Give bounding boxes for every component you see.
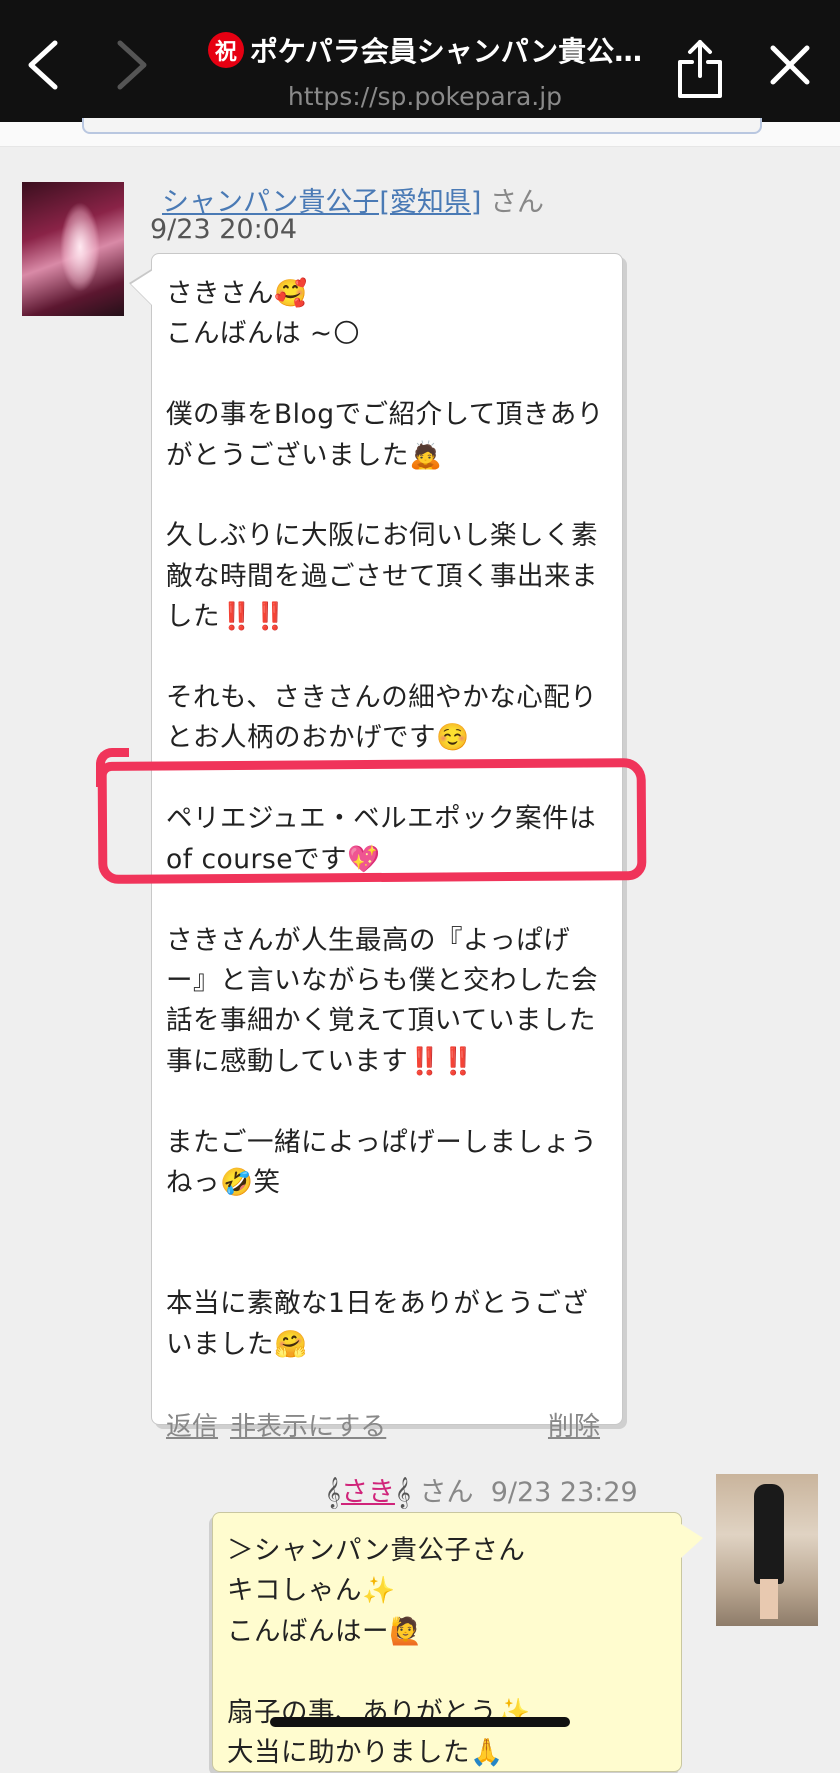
message-body: さきさん🥰 こんばんは ~🌕 僕の事をBlogでご紹介して頂きありがとうございま… (166, 278, 604, 1360)
home-indicator[interactable] (270, 1717, 570, 1727)
avatar-figure (754, 1484, 784, 1584)
reply-sender-honorific: さん (419, 1477, 474, 1508)
delete-link[interactable]: 削除 (548, 1406, 600, 1443)
bubble-tail (131, 270, 153, 306)
reply-sender-name-link[interactable]: さき (341, 1477, 395, 1508)
close-button[interactable] (755, 30, 825, 100)
share-icon (678, 40, 722, 98)
sender-avatar[interactable] (22, 182, 124, 316)
back-button[interactable] (8, 30, 78, 100)
message-bubble: さきさん🥰 こんばんは ~🌕 僕の事をBlogでご紹介して頂きありがとうございま… (151, 253, 623, 1442)
address-area[interactable]: 祝 ポケパラ会員シャンパン貴公… https://sp.pokepara.jp (190, 30, 660, 111)
reply-timestamp: 9/23 23:29 (490, 1477, 638, 1508)
message-timestamp: 9/23 20:04 (150, 214, 298, 245)
chevron-right-icon (117, 40, 147, 90)
browser-toolbar: 祝 ポケパラ会員シャンパン貴公… https://sp.pokepara.jp (0, 0, 840, 122)
avatar-highlight (60, 202, 100, 292)
share-button[interactable] (665, 34, 735, 104)
forward-button[interactable] (97, 30, 167, 100)
reply-avatar[interactable] (716, 1474, 818, 1626)
page-url: https://sp.pokepara.jp (287, 82, 563, 111)
avatar-figure-legs (760, 1579, 778, 1619)
reply-bubble: ＞シャンパン貴公子さん キコしゃん✨ こんばんはー🙋 扇子の事、ありがとう✨ 大… (212, 1512, 682, 1772)
highlight-stroke-start (96, 748, 129, 787)
close-icon (770, 45, 810, 85)
clef-icon: 𝄞 (325, 1477, 341, 1508)
sender-honorific: さん (490, 187, 545, 218)
celebration-badge-icon: 祝 (207, 32, 244, 68)
reply-sender: 𝄞さき𝄞 さん 9/23 23:29 (325, 1470, 638, 1509)
chevron-left-icon (28, 40, 58, 90)
page-title-text: ポケパラ会員シャンパン貴公… (249, 35, 643, 68)
page-header-strip (0, 118, 840, 147)
clef-icon-2: 𝄞 (394, 1477, 411, 1508)
reply-bubble-tail (681, 1524, 703, 1558)
page-title: 祝 ポケパラ会員シャンパン貴公… (190, 30, 660, 70)
hide-link[interactable]: 非表示にする (230, 1406, 386, 1443)
header-box-edge (82, 118, 762, 134)
reply-body: ＞シャンパン貴公子さん キコしゃん✨ こんばんはー🙋 扇子の事、ありがとう✨ 大… (227, 1535, 531, 1769)
reply-link[interactable]: 返信 (166, 1406, 218, 1443)
